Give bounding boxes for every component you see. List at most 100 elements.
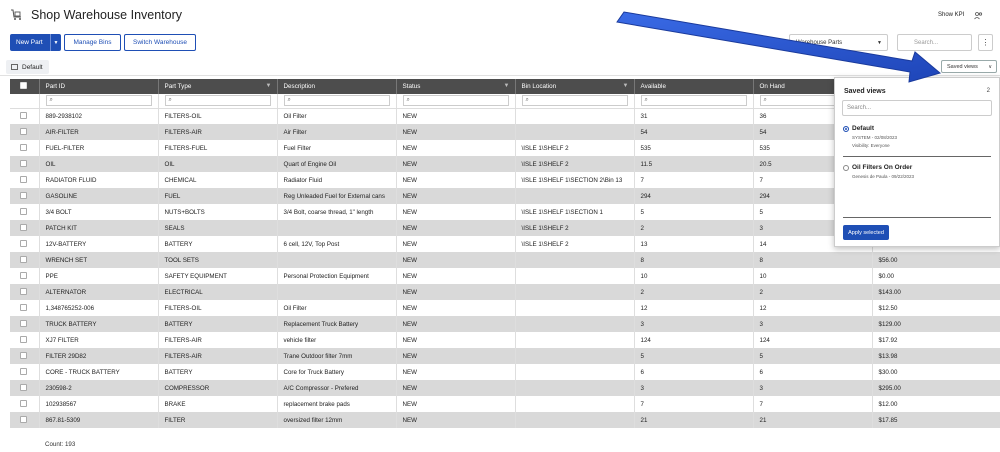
warehouse-select[interactable]: Warehouse Parts ▼ — [789, 34, 888, 51]
row-checkbox[interactable] — [20, 351, 27, 359]
select-all-checkbox[interactable] — [20, 82, 27, 89]
row-checkbox[interactable] — [20, 255, 27, 263]
table-row[interactable]: TRUCK BATTERY BATTERY Replacement Truck Ba… — [10, 316, 1000, 332]
table-row[interactable]: XJ7 FILTER FILTERS-AIR vehicle filter NEW 12… — [10, 332, 1000, 348]
column-filter-input[interactable]: ⌕ — [45, 95, 152, 107]
column-filter-input[interactable]: ⌕ — [402, 95, 509, 107]
table-cell: FILTERS-FUEL — [158, 140, 278, 156]
table-row[interactable]: 230598-2 COMPRESSOR A/C Compressor - Prefe… — [10, 380, 1000, 396]
row-checkbox[interactable] — [20, 143, 27, 151]
row-checkbox[interactable] — [20, 175, 27, 183]
table-row[interactable]: 867.81-5309 FILTER oversized filter 12mm NE… — [10, 412, 1000, 428]
filter-icon[interactable]: ▼ — [504, 83, 510, 89]
table-cell: oversized filter 12mm — [277, 412, 397, 428]
more-options-icon[interactable]: ⋮ — [978, 34, 993, 51]
table-cell: OIL — [158, 156, 278, 172]
row-select-cell — [10, 108, 40, 124]
table-cell: $30.00 — [872, 364, 1000, 380]
chevron-down-icon[interactable]: ▼ — [50, 34, 61, 51]
table-cell: Personal Protection Equipment — [277, 268, 397, 284]
table-row[interactable]: ALTERNATOR ELECTRICAL NEW 2 2 $143.00 — [10, 284, 1000, 300]
column-header[interactable]: Part Type ▼ — [158, 79, 278, 94]
row-checkbox[interactable] — [20, 383, 27, 391]
table-cell: 12V-BATTERY — [39, 236, 159, 252]
row-select-cell — [10, 268, 40, 284]
table-cell: A/C Compressor - Prefered — [277, 380, 397, 396]
column-filter-input[interactable]: ⌕ — [283, 95, 390, 107]
column-filter-input[interactable]: ⌕ — [164, 95, 271, 107]
divider — [843, 217, 991, 218]
manage-bins-button[interactable]: Manage Bins — [64, 34, 121, 51]
row-checkbox[interactable] — [20, 127, 27, 135]
row-checkbox[interactable] — [20, 239, 27, 247]
row-checkbox[interactable] — [20, 399, 27, 407]
view-bar: Default Saved views ∨ — [0, 58, 1000, 76]
switch-warehouse-button[interactable]: Switch Warehouse — [124, 34, 196, 51]
column-filter-input[interactable]: ⌕ — [640, 95, 747, 107]
filter-icon[interactable]: ▼ — [266, 83, 272, 89]
view-tab-default[interactable]: Default — [6, 60, 49, 74]
table-row[interactable]: WRENCH SET TOOL SETS NEW 8 8 $56.00 — [10, 252, 1000, 268]
saved-view-item-default[interactable]: Default SYSTEM - 02/08/2023 Visibility: … — [843, 125, 993, 155]
row-checkbox[interactable] — [20, 223, 27, 231]
table-cell: 535 — [634, 140, 754, 156]
new-part-button[interactable]: New Part ▼ — [10, 34, 61, 51]
row-checkbox[interactable] — [20, 415, 27, 423]
row-select-cell — [10, 204, 40, 220]
table-cell: 124 — [634, 332, 754, 348]
row-checkbox[interactable] — [20, 335, 27, 343]
apply-selected-button[interactable]: Apply selected — [843, 225, 889, 240]
radio-selected[interactable] — [843, 126, 849, 132]
column-header[interactable]: Part ID — [39, 79, 159, 94]
table-row[interactable]: CORE - TRUCK BATTERY BATTERY Core for Truc… — [10, 364, 1000, 380]
saved-views-button[interactable]: Saved views ∨ — [941, 60, 997, 73]
table-cell: NEW — [396, 140, 516, 156]
table-cell: NUTS+BOLTS — [158, 204, 278, 220]
row-select-cell — [10, 236, 40, 252]
search-input[interactable]: Search... — [897, 34, 972, 51]
table-row[interactable]: PPE SAFETY EQUIPMENT Personal Protection E… — [10, 268, 1000, 284]
table-cell — [515, 412, 635, 428]
table-cell: \ISLE 1\SHELF 1\SECTION 1 — [515, 204, 635, 220]
column-header[interactable]: Bin Location ▼ — [515, 79, 635, 94]
saved-views-title: Saved views — [844, 88, 886, 95]
column-header[interactable]: Available — [634, 79, 754, 94]
row-checkbox[interactable] — [20, 271, 27, 279]
table-cell: $143.00 — [872, 284, 1000, 300]
table-cell: \ISLE 1\SHELF 2 — [515, 236, 635, 252]
table-cell: NEW — [396, 348, 516, 364]
table-cell: NEW — [396, 268, 516, 284]
saved-views-search-input[interactable]: Search... — [842, 100, 992, 116]
warehouse-cart-icon — [11, 9, 21, 20]
table-row[interactable]: 1,348765252-006 FILTERS-OIL Oil Filter NEW 1… — [10, 300, 1000, 316]
table-cell — [515, 396, 635, 412]
saved-view-item-oil-filters[interactable]: Oil Filters On Order Genesis de Paula - … — [843, 164, 993, 184]
row-checkbox[interactable] — [20, 319, 27, 327]
row-checkbox[interactable] — [20, 287, 27, 295]
table-cell: 102938567 — [39, 396, 159, 412]
row-checkbox[interactable] — [20, 111, 27, 119]
table-cell — [515, 332, 635, 348]
row-checkbox[interactable] — [20, 367, 27, 375]
column-filter-input[interactable]: ⌕ — [521, 95, 628, 107]
row-checkbox[interactable] — [20, 303, 27, 311]
row-checkbox[interactable] — [20, 207, 27, 215]
table-cell: 7 — [634, 396, 754, 412]
table-cell: FILTERS-AIR — [158, 332, 278, 348]
radio-unselected[interactable] — [843, 165, 849, 171]
column-header[interactable]: Status ▼ — [396, 79, 516, 94]
column-header[interactable]: Description — [277, 79, 397, 94]
show-kpi-button[interactable]: Show KPI — [938, 12, 964, 18]
table-cell: $13.98 — [872, 348, 1000, 364]
row-checkbox[interactable] — [20, 191, 27, 199]
table-cell: SEALS — [158, 220, 278, 236]
filter-icon[interactable]: ▼ — [623, 83, 629, 89]
table-cell: 8 — [634, 252, 754, 268]
table-cell: NEW — [396, 364, 516, 380]
people-icon[interactable] — [974, 11, 983, 20]
table-cell — [277, 284, 397, 300]
row-checkbox[interactable] — [20, 159, 27, 167]
table-row[interactable]: 102938567 BRAKE replacement brake pads NEW 7… — [10, 396, 1000, 412]
table-row[interactable]: FILTER 29D82 FILTERS-AIR Trane Outdoor fil… — [10, 348, 1000, 364]
table-cell: $12.50 — [872, 300, 1000, 316]
